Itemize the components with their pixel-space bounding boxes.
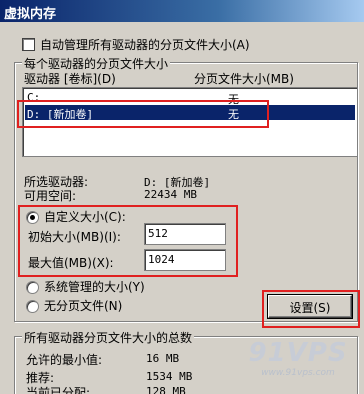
min-allowed-value: 16 MB [146, 352, 180, 365]
highlight-box-drive [17, 100, 269, 128]
recommended-value: 1534 MB [146, 370, 193, 383]
totals-group-title: 所有驱动器分页文件大小的总数 [22, 329, 195, 346]
drive-column-header: 驱动器 [卷标](D) [24, 72, 116, 86]
auto-manage-label[interactable]: 自动管理所有驱动器的分页文件大小(A) [40, 36, 250, 53]
auto-manage-checkbox[interactable] [22, 38, 35, 51]
no-paging-label[interactable]: 无分页文件(N) [44, 297, 122, 314]
system-managed-label[interactable]: 系统管理的大小(Y) [44, 278, 145, 295]
watermark-logo: 91VPS [248, 338, 348, 368]
size-column-header: 分页文件大小(MB) [194, 72, 294, 86]
free-space-label: 可用空间: [24, 189, 77, 203]
current-allocated-label: 当前已分配: [26, 386, 91, 394]
watermark-url: www.91vps.com [261, 368, 335, 378]
no-paging-radio[interactable] [26, 300, 39, 313]
highlight-box-set-button [262, 290, 360, 328]
window-title: 虚拟内存 [0, 0, 364, 22]
watermark: 91VPS www.91vps.com [232, 338, 364, 394]
current-allocated-value: 128 MB [146, 385, 186, 394]
highlight-box-custom-size [18, 205, 238, 277]
free-space-value: 22434 MB [144, 188, 197, 201]
min-allowed-label: 允许的最小值: [26, 353, 103, 367]
system-managed-radio[interactable] [26, 281, 39, 294]
